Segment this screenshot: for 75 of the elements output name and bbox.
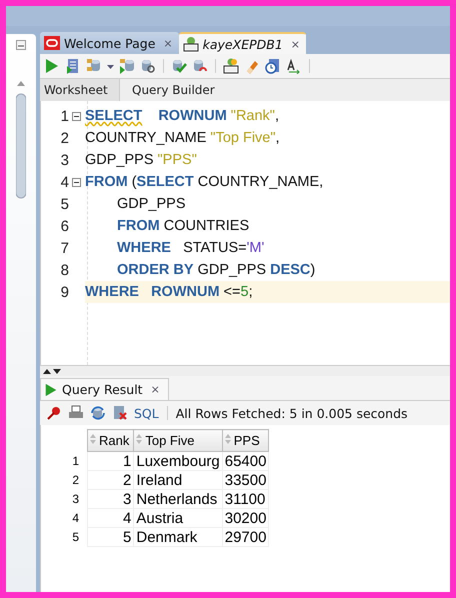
row-number: 1 — [41, 452, 88, 470]
editor-tab[interactable]: Worksheet — [40, 79, 120, 101]
code-line: GDP_PPS "PPS" — [85, 151, 198, 170]
table-cell: 1 — [88, 452, 134, 470]
column-header[interactable]: Top Five — [134, 430, 222, 452]
query-result-tab[interactable]: Query Result × — [40, 378, 169, 400]
run-icon[interactable] — [44, 58, 60, 74]
row-number: 3 — [41, 490, 88, 508]
table-cell: Luxembourg — [134, 452, 222, 470]
minimize-icon[interactable] — [16, 40, 26, 50]
code-line: FROM COUNTRIES — [116, 217, 250, 236]
line-number: 7 — [60, 240, 69, 256]
table-cell: Ireland — [134, 470, 222, 490]
line-number: 8 — [60, 262, 69, 278]
line-number: 2 — [60, 130, 69, 146]
sql-worksheet-icon[interactable] — [223, 58, 239, 74]
script-icon[interactable] — [65, 58, 81, 74]
close-icon[interactable]: × — [163, 36, 173, 50]
table-cell: 33500 — [222, 470, 269, 490]
refresh-icon[interactable] — [90, 405, 106, 421]
column-header[interactable]: PPS — [222, 430, 269, 452]
logo-icon — [44, 36, 60, 50]
code-line: FROM (SELECT COUNTRY_NAME, — [85, 173, 324, 192]
line-number: 9 — [60, 284, 69, 300]
sql-link[interactable]: SQL — [134, 406, 159, 420]
line-number: 4 — [60, 174, 69, 190]
line-number: 6 — [60, 218, 69, 234]
editor-tab[interactable]: Query Builder — [128, 79, 219, 101]
table-cell: 31100 — [222, 490, 269, 508]
document-tab[interactable]: kayeXEPDB1 × — [178, 32, 306, 54]
sql-worksheet-icon — [182, 36, 199, 52]
table-cell: Denmark — [134, 528, 222, 546]
commit-icon[interactable] — [171, 58, 187, 74]
table-cell: 65400 — [222, 452, 269, 470]
table-cell: 29700 — [222, 528, 269, 546]
code-editor[interactable]: 1 SELECT ROWNUM "Rank", 2 COUNTRY_NAME "Top Five", 3 GDP_PPS "PPS" 4 FROM (SELECT COUNTRY_NAME, 5 GDP_PPS 6 FROM COUNTRIES 7 WHERE STATUS='M' 8 ORDER BY GDP_PPS DESC) 9 WHERE ROWNUM <=5; — [40, 101, 450, 365]
table-cell: 2 — [88, 470, 134, 490]
text-case-icon[interactable] — [286, 58, 302, 74]
close-icon[interactable]: × — [290, 38, 300, 50]
close-icon[interactable]: × — [150, 383, 160, 396]
rollback-icon[interactable] — [192, 58, 208, 74]
table-cell: Austria — [134, 508, 222, 528]
code-line: SELECT ROWNUM "Rank", — [85, 107, 280, 126]
row-number: 5 — [41, 528, 88, 546]
column-header[interactable]: Rank — [88, 430, 134, 452]
line-number: 5 — [60, 196, 69, 212]
table-cell: 3 — [88, 490, 134, 508]
fetch-status: All Rows Fetched: 5 in 0.005 seconds — [176, 406, 408, 420]
pin-icon[interactable] — [46, 405, 62, 421]
table-cell: 30200 — [222, 508, 269, 528]
scrollbar-icon[interactable] — [16, 80, 26, 200]
row-number: 4 — [41, 508, 88, 528]
row-number: 2 — [41, 470, 88, 490]
code-line: COUNTRY_NAME "Top Five", — [85, 129, 281, 148]
code-line: WHERE STATUS='M' — [116, 239, 266, 258]
fold-icon[interactable] — [72, 112, 80, 120]
table-cell: Netherlands — [134, 490, 222, 508]
line-number: 3 — [60, 152, 69, 168]
table-cell: 5 — [88, 528, 134, 546]
fold-icon[interactable] — [72, 178, 80, 186]
line-number: 1 — [60, 108, 69, 124]
header-label: Rank — [99, 433, 130, 448]
header-label: PPS — [234, 433, 260, 448]
table-cell: 4 — [88, 508, 134, 528]
cancel-icon[interactable] — [112, 405, 128, 421]
code-line: GDP_PPS — [116, 195, 186, 214]
eraser-icon[interactable] — [244, 58, 260, 74]
history-icon[interactable] — [265, 58, 281, 74]
code-line: ORDER BY GDP_PPS DESC) — [116, 261, 316, 280]
document-tab[interactable]: Welcome Page × — [40, 32, 179, 54]
run-icon — [44, 382, 58, 396]
print-icon[interactable] — [68, 405, 84, 421]
splitter-arrows-icon[interactable] — [42, 368, 62, 374]
header-label: Top Five — [145, 433, 194, 448]
tab-label: Query Result — [62, 382, 143, 397]
